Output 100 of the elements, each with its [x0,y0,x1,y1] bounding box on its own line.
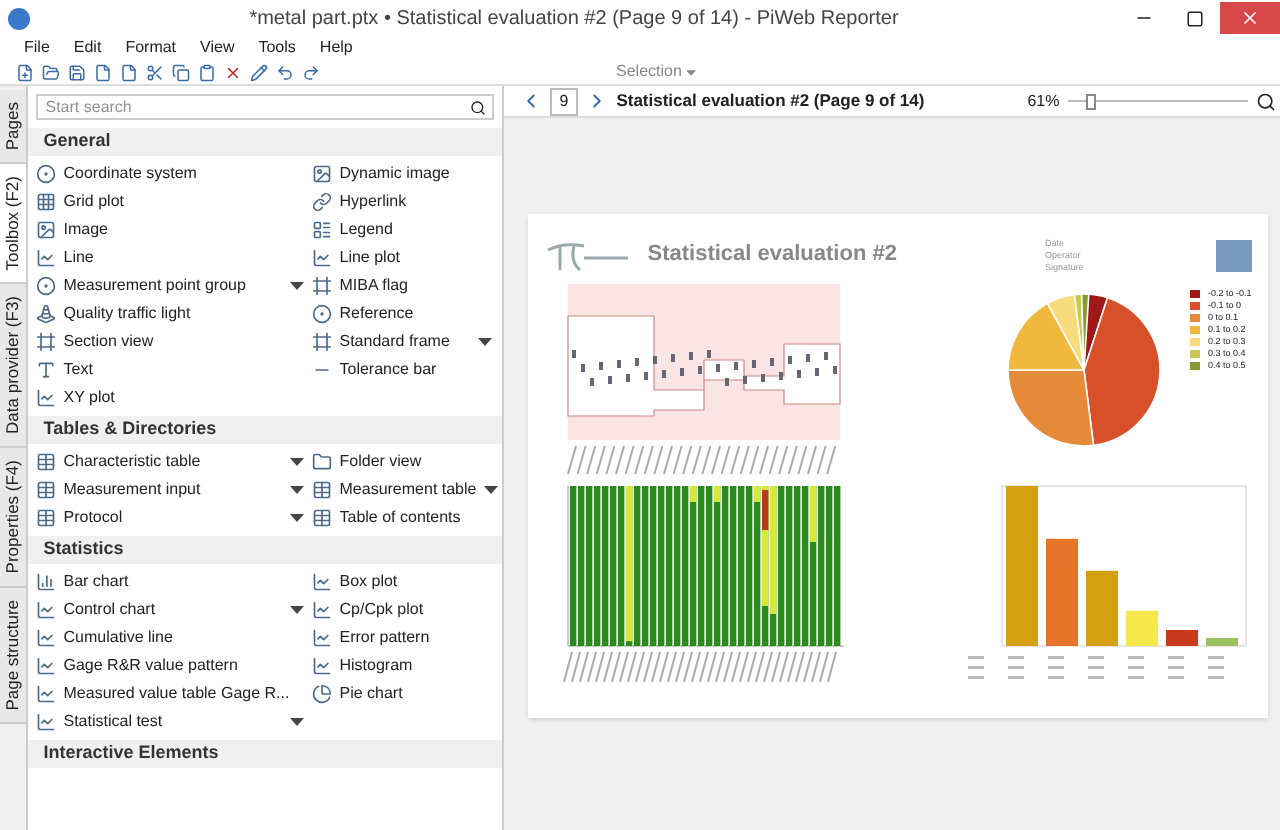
toolbox-item[interactable]: Legend [339,218,470,242]
app-icon [8,7,30,29]
search-icon[interactable] [469,99,486,115]
page-title: Statistical evaluation #2 (Page 9 of 14) [616,88,927,114]
toolbox-item[interactable]: Hyperlink [339,190,470,214]
toolbox-item[interactable]: Measurement point group [63,274,282,298]
toolbox-item[interactable]: Folder view [339,450,470,474]
bar [1085,570,1118,646]
dropdown-caret-icon[interactable] [477,338,492,346]
toolbox-item[interactable]: Standard frame [339,330,470,354]
toolbox-item[interactable]: Text [63,358,282,382]
dropdown-caret-icon[interactable] [289,486,304,494]
selection-dropdown[interactable]: Selection [616,60,696,84]
bar [1045,538,1078,646]
toolbox-item[interactable]: Control chart [63,598,282,622]
toolbox-item-icon [35,572,56,592]
toolbar-icon[interactable] [224,63,242,81]
toolbox-item[interactable]: Measurement input [63,478,282,502]
zoom-icon[interactable] [1255,91,1276,111]
page-number-field[interactable]: 9 [549,87,579,115]
toolbar-icon[interactable] [68,63,86,81]
toolbox-item-icon [311,220,332,240]
dropdown-caret-icon[interactable] [289,718,304,726]
dropdown-caret-icon[interactable] [289,282,304,290]
toolbox-item[interactable]: Section view [63,330,282,354]
toolbox-item[interactable]: Quality traffic light [63,302,282,326]
bar [1205,638,1238,646]
toolbar-icon[interactable] [42,63,60,81]
section-header: General [27,128,502,156]
toolbar-icon[interactable] [198,63,216,81]
toolbox-item[interactable]: Table of contents [339,506,470,530]
toolbar-icon[interactable] [120,63,138,81]
menu-item[interactable]: Tools [258,36,296,60]
toolbox-item-icon [35,600,56,620]
toolbox-item-icon [311,684,332,704]
toolbox-item[interactable]: Pie chart [339,682,470,706]
toolbox-item[interactable]: Grid plot [63,190,282,214]
toolbox-item[interactable]: Line plot [339,246,470,270]
toolbox-item[interactable]: Characteristic table [63,450,282,474]
toolbox-item[interactable]: Protocol [63,506,282,530]
toolbox-item[interactable]: Dynamic image [339,162,470,186]
toolbox-item-icon [35,220,56,240]
side-tab[interactable]: Toolbox (F2) [0,164,26,285]
toolbox-item-icon [311,600,332,620]
toolbar-icon[interactable] [302,63,320,81]
toolbox-item[interactable]: Box plot [339,570,470,594]
toolbox-item[interactable]: Coordinate system [63,162,282,186]
toolbar-icon[interactable] [172,63,190,81]
section-header: Statistics [27,536,502,564]
toolbox-item[interactable]: Measured value table Gage R... [63,682,290,706]
toolbox-item-icon [35,360,56,380]
toolbox-item-icon [311,276,332,296]
toolbox-item[interactable]: Reference [339,302,470,326]
dropdown-caret-icon[interactable] [484,486,499,494]
toolbox-item[interactable]: XY plot [63,386,282,410]
toolbar-icon[interactable] [250,63,268,81]
menu-item[interactable]: Format [125,36,177,60]
side-tab[interactable]: Pages [0,90,26,165]
zoom-slider-thumb[interactable] [1085,93,1096,109]
dropdown-caret-icon[interactable] [289,606,304,614]
toolbox-item-icon [311,572,332,592]
toolbox-item-icon [35,332,56,352]
toolbox-item[interactable]: Bar chart [63,570,282,594]
report-title: Statistical evaluation #2 [647,240,899,271]
toolbox-item[interactable]: MIBA flag [339,274,470,298]
toolbox-item-icon [311,508,332,528]
toolbox-item[interactable]: Measurement table [339,478,477,502]
dropdown-caret-icon[interactable] [289,458,304,466]
side-tab[interactable]: Data provider (F3) [0,284,26,449]
dropdown-caret-icon[interactable] [289,514,304,522]
toolbox-item[interactable]: Histogram [339,654,470,678]
toolbar-icon[interactable] [146,63,164,81]
toolbox-item[interactable]: Cumulative line [63,626,282,650]
toolbar-icon[interactable] [94,63,112,81]
section-header: Tables & Directories [27,416,502,444]
menu-item[interactable]: View [200,36,235,60]
toolbox-item-icon [311,304,332,324]
toolbox-item[interactable]: Image [63,218,282,242]
toolbox-item[interactable]: Line [63,246,282,270]
menu-item[interactable]: Help [319,36,353,60]
toolbox-item-icon [311,480,332,500]
side-tab[interactable]: Properties (F4) [0,448,26,589]
toolbox-item-icon [35,304,56,324]
toolbox-item[interactable]: Statistical test [63,710,282,734]
toolbox-item[interactable]: Error pattern [339,626,470,650]
toolbox-item[interactable]: Tolerance bar [339,358,470,382]
zoom-slider[interactable] [1067,93,1248,109]
section-header: Interactive Elements [27,740,502,768]
toolbox-item-icon [35,164,56,184]
maximize-icon[interactable] [1186,9,1204,27]
toolbox-item-icon [311,628,332,648]
side-tab[interactable]: Page structure [0,588,26,725]
search-field[interactable]: Start search [35,94,494,120]
window-title: *metal part.ptx • Statistical evaluation #2 (Page 9 of 14) - PiWeb Reporter [247,5,901,33]
menu-item[interactable]: Edit [73,36,102,60]
toolbox-item[interactable]: Gage R&R value pattern [63,654,282,678]
menu-item[interactable]: File [24,36,50,60]
toolbox-item[interactable]: Cp/Cpk plot [339,598,470,622]
toolbar-icon[interactable] [276,63,294,81]
toolbar-icon[interactable] [16,63,34,81]
